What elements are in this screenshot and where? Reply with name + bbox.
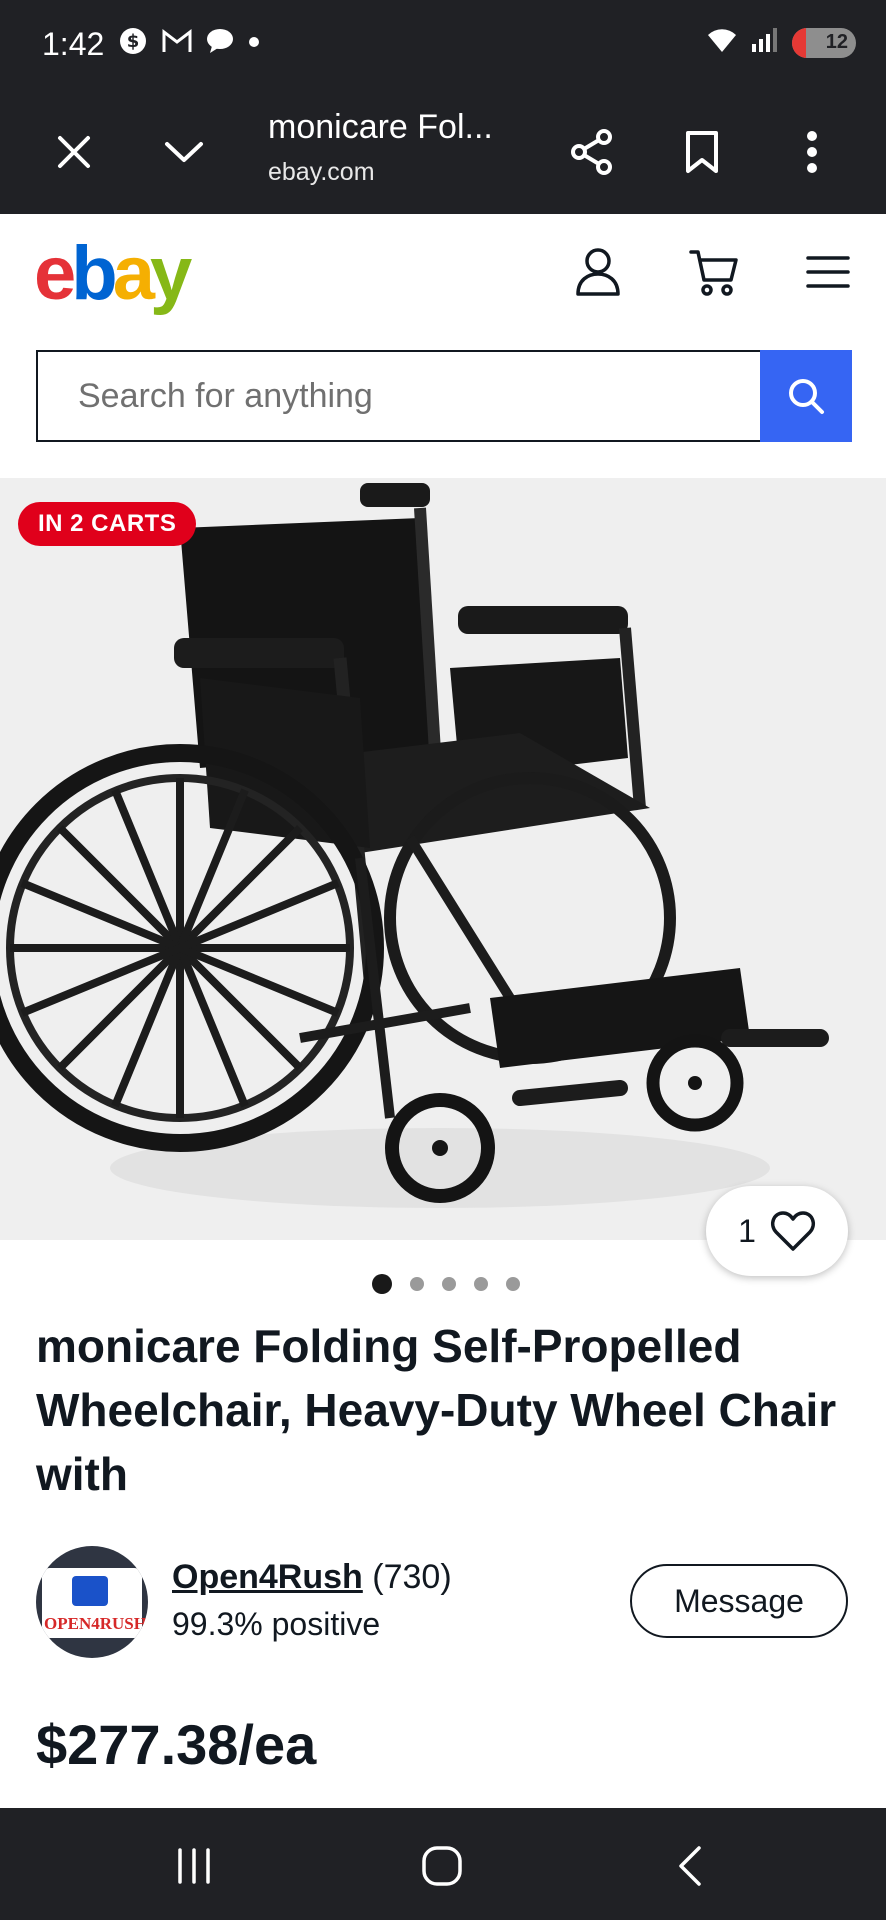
in-carts-badge: IN 2 CARTS bbox=[18, 502, 197, 546]
back-button[interactable] bbox=[660, 1836, 720, 1896]
seller-feedback-count: (730) bbox=[372, 1558, 452, 1596]
system-navigation-bar bbox=[0, 1808, 886, 1920]
carousel-dot-5[interactable] bbox=[506, 1277, 520, 1291]
cart-icon bbox=[689, 250, 738, 296]
notification-icons: $ bbox=[118, 26, 260, 61]
bookmark-icon bbox=[686, 131, 718, 173]
product-price: $277.38/ea bbox=[36, 1713, 317, 1776]
minimize-button[interactable] bbox=[154, 122, 214, 182]
search-input[interactable] bbox=[38, 352, 762, 440]
recent-apps-button[interactable] bbox=[164, 1836, 224, 1896]
back-icon bbox=[679, 1846, 701, 1886]
share-icon bbox=[571, 129, 612, 175]
logo-letter-a: a bbox=[112, 231, 155, 316]
home-button[interactable] bbox=[412, 1836, 472, 1896]
search-icon bbox=[789, 379, 824, 414]
close-tab-button[interactable] bbox=[44, 122, 104, 182]
recent-apps-icon bbox=[178, 1848, 210, 1884]
carousel-dot-2[interactable] bbox=[410, 1277, 424, 1291]
message-seller-button[interactable]: Message bbox=[630, 1564, 848, 1638]
account-icon bbox=[576, 248, 620, 296]
system-icons: 12 bbox=[706, 26, 856, 59]
chevron-down-icon bbox=[165, 142, 203, 162]
dollar-icon: $ bbox=[118, 26, 148, 61]
svg-text:$: $ bbox=[127, 31, 140, 52]
dot-icon bbox=[248, 35, 260, 53]
carousel-dot-4[interactable] bbox=[474, 1277, 488, 1291]
image-carousel-dots bbox=[372, 1274, 520, 1294]
heart-icon bbox=[770, 1211, 815, 1251]
wheelchair-image bbox=[0, 483, 829, 1208]
browser-toolbar: monicare Fol... ebay.com bbox=[0, 92, 886, 214]
battery-icon: 12 bbox=[792, 27, 856, 58]
product-image-gallery[interactable]: IN 2 CARTS bbox=[0, 478, 886, 1240]
chat-icon bbox=[206, 28, 234, 59]
page-url: ebay.com bbox=[268, 158, 375, 186]
search-box bbox=[36, 350, 762, 442]
search-button[interactable] bbox=[760, 350, 852, 442]
battery-low-indicator bbox=[792, 27, 806, 58]
bookmark-button[interactable] bbox=[672, 122, 732, 182]
seller-name-link[interactable]: Open4Rush bbox=[172, 1558, 363, 1596]
menu-button[interactable] bbox=[800, 244, 856, 300]
page-title: monicare Fol... bbox=[268, 108, 493, 146]
product-title: monicare Folding Self-Propelled Wheelcha… bbox=[36, 1320, 837, 1500]
watch-count: 1 bbox=[738, 1212, 756, 1249]
logo-letter-b: b bbox=[71, 231, 117, 316]
close-icon bbox=[58, 136, 90, 168]
home-icon bbox=[422, 1846, 462, 1886]
signal-icon bbox=[750, 26, 780, 59]
shopping-bag-icon bbox=[72, 1576, 108, 1606]
seller-positive-feedback: 99.3% positive bbox=[172, 1606, 381, 1642]
battery-level: 12 bbox=[825, 31, 848, 53]
cart-button[interactable] bbox=[686, 244, 742, 300]
site-header: ebay bbox=[0, 214, 886, 334]
wifi-icon bbox=[706, 26, 738, 59]
carousel-dot-1[interactable] bbox=[372, 1274, 392, 1294]
share-button[interactable] bbox=[562, 122, 622, 182]
status-bar: 1:42 $ 12 bbox=[0, 0, 886, 92]
watch-button[interactable]: 1 bbox=[706, 1186, 848, 1276]
logo-letter-e: e bbox=[34, 231, 76, 316]
ebay-logo[interactable]: ebay bbox=[34, 231, 192, 316]
seller-info: Open4Rush (730) bbox=[172, 1558, 452, 1597]
gmail-icon bbox=[162, 28, 192, 59]
account-button[interactable] bbox=[570, 244, 626, 300]
more-vert-icon bbox=[807, 131, 817, 173]
logo-letter-y: y bbox=[150, 231, 192, 316]
carousel-dot-3[interactable] bbox=[442, 1277, 456, 1291]
more-options-button[interactable] bbox=[782, 122, 842, 182]
menu-icon bbox=[806, 256, 850, 288]
status-time: 1:42 bbox=[42, 26, 105, 62]
seller-avatar[interactable]: OPEN4RUSH bbox=[36, 1546, 148, 1658]
avatar-logo-text: OPEN4RUSH bbox=[44, 1614, 147, 1633]
